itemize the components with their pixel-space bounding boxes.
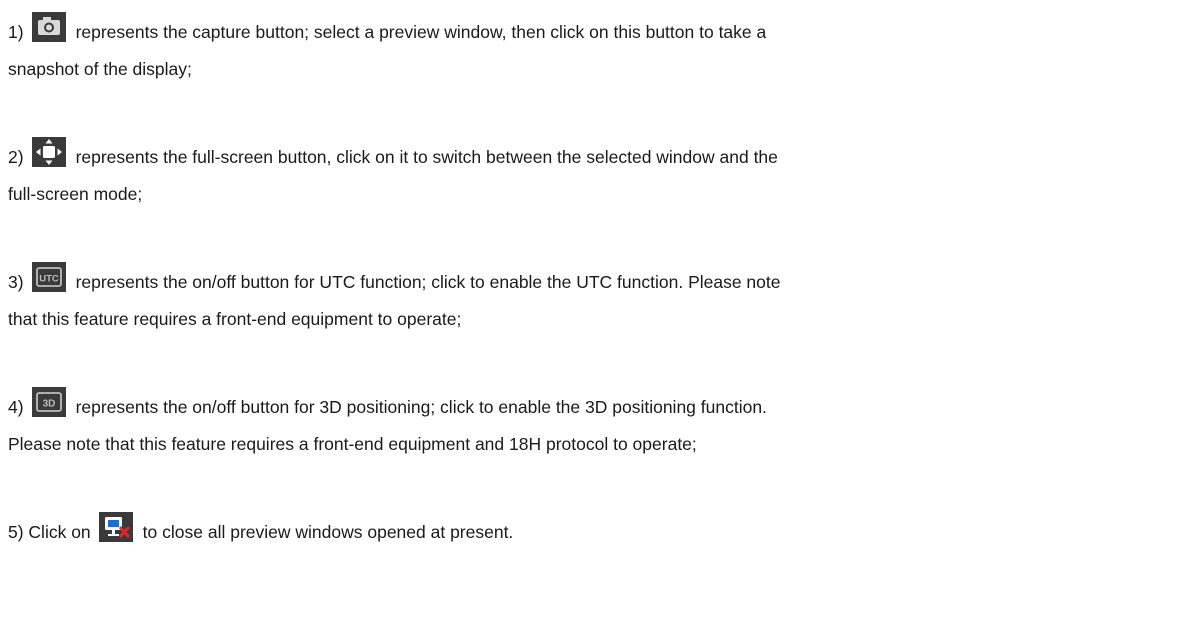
item-1-line-1: 1) represents the capture button; select…	[8, 12, 766, 44]
camera-icon	[31, 12, 66, 42]
item-1-text-2: snapshot of the display;	[8, 59, 192, 79]
item-1-line-2: snapshot of the display;	[8, 57, 192, 81]
item-3-text-1: represents the on/off button for UTC fun…	[75, 272, 781, 292]
item-4-line-2: Please note that this feature requires a…	[8, 432, 697, 456]
item-4-text-2: Please note that this feature requires a…	[8, 434, 697, 454]
item-5-text-1: to close all preview windows opened at p…	[142, 522, 514, 542]
item-2-line-1: 2) represents the full-screen button, cl…	[8, 137, 778, 169]
item-2-number: 2)	[8, 147, 24, 167]
item-2-line-2: full-screen mode;	[8, 182, 142, 206]
item-4-number: 4)	[8, 397, 24, 417]
utc-icon-label: UTC	[39, 274, 59, 285]
fullscreen-move-icon	[31, 137, 66, 167]
item-3-line-1: 3) UTC represents the on/off button for …	[8, 262, 781, 294]
item-2-text-2: full-screen mode;	[8, 184, 143, 204]
item-4-line-1: 4) 3D represents the on/off button for 3…	[8, 387, 767, 419]
3d-positioning-icon: 3D	[31, 387, 66, 417]
item-3-number: 3)	[8, 272, 24, 292]
utc-icon: UTC	[31, 262, 66, 292]
item-3-text-2: that this feature requires a front-end e…	[8, 309, 462, 329]
item-1-text-1: represents the capture button; select a …	[75, 22, 767, 42]
close-all-preview-icon	[98, 512, 133, 542]
item-5-prefix: 5) Click on	[8, 522, 91, 542]
item-5-line-1: 5) Click on to close all preview windows…	[8, 512, 513, 544]
item-3-line-2: that this feature requires a front-end e…	[8, 307, 461, 331]
item-4-text-1: represents the on/off button for 3D posi…	[75, 397, 767, 417]
item-1-number: 1)	[8, 22, 24, 42]
3d-icon-label: 3D	[42, 399, 55, 410]
item-2-text-1: represents the full-screen button, click…	[75, 147, 778, 167]
